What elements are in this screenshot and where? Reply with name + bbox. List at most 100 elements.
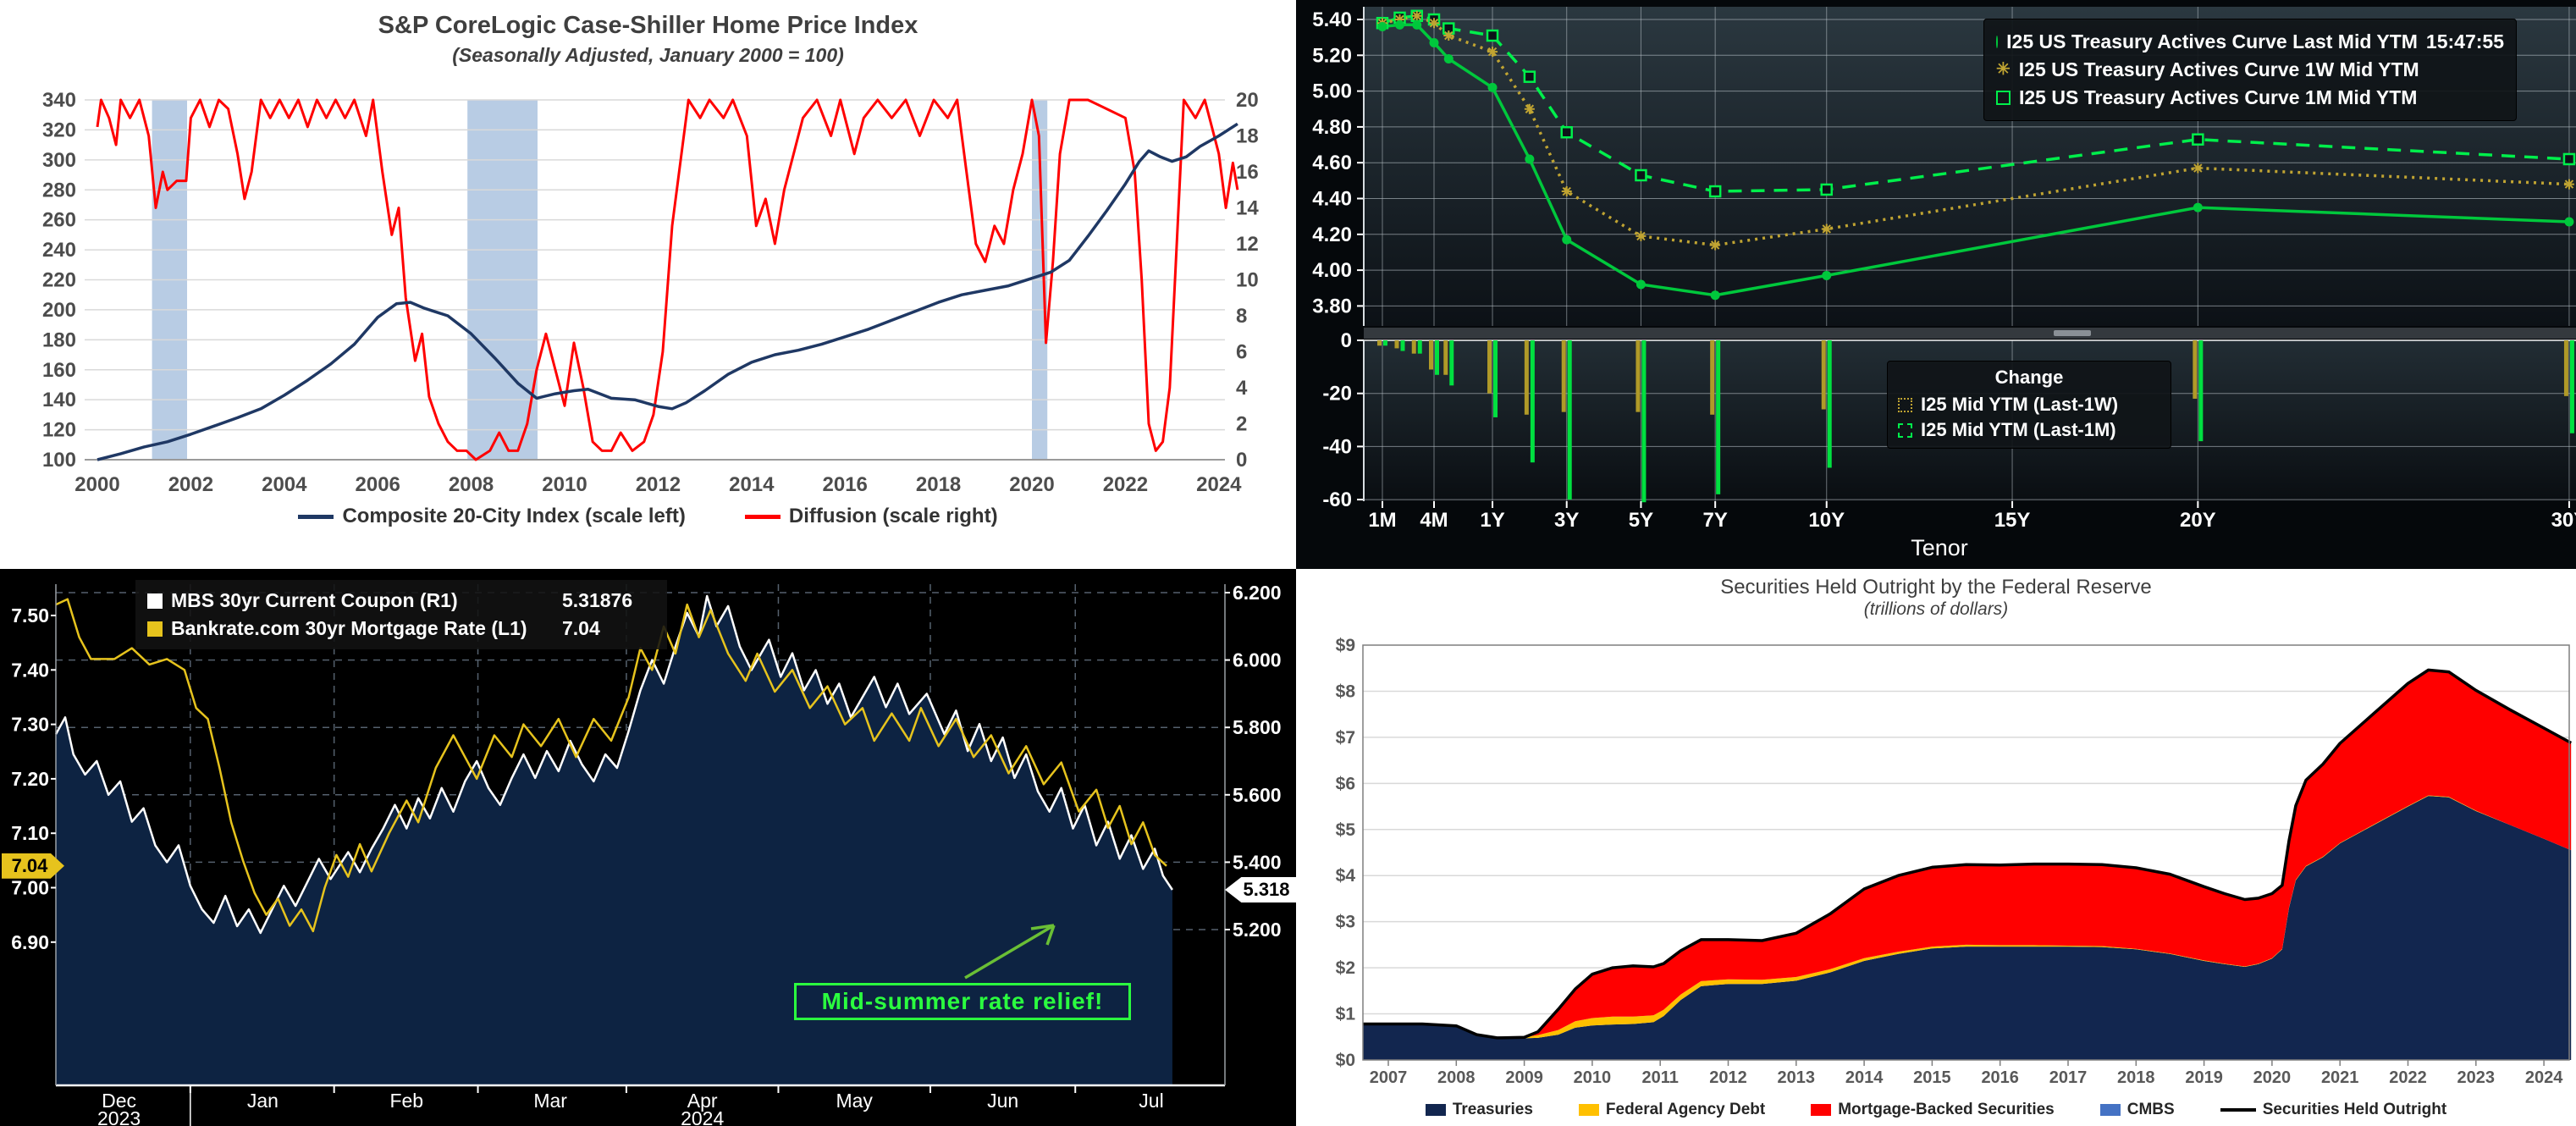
axis-label: 2000 — [74, 473, 119, 496]
axis-label: 7.10 — [11, 822, 49, 844]
marker-asterisk — [1562, 186, 1572, 196]
legend-item-1m[interactable]: I25 US Treasury Actives Curve 1M Mid YTM — [1996, 84, 2504, 112]
legend-item-treasuries[interactable]: Treasuries — [1426, 1101, 1533, 1119]
axis-label: 2010 — [542, 473, 587, 496]
marker-square — [1562, 127, 1572, 137]
axis-label: 2023 — [2457, 1068, 2496, 1087]
legend-label: I25 US Treasury Actives Curve Last Mid Y… — [2006, 28, 2418, 56]
axis-label: 220 — [42, 269, 76, 292]
marker-square — [1525, 72, 1535, 82]
axis-label: 15Y — [1994, 509, 2031, 532]
axis-label: May — [836, 1090, 873, 1112]
legend-item-diffusion[interactable]: Diffusion (scale right) — [745, 505, 998, 528]
axis-label: 2014 — [1845, 1068, 1884, 1087]
marker-circle — [1488, 83, 1498, 92]
legend-item-mbs[interactable]: Mortgage-Backed Securities — [1811, 1101, 2055, 1119]
change-bar-1w — [2193, 340, 2197, 399]
legend-item-mbs[interactable]: MBS 30yr Current Coupon (R1) 5.31876 — [147, 587, 655, 615]
legend-label: Federal Agency Debt — [1606, 1101, 1765, 1119]
axis-label: Jun — [987, 1090, 1018, 1112]
change-bar-1m — [1641, 340, 1646, 502]
marker-asterisk — [1487, 47, 1498, 57]
marker-asterisk — [1412, 11, 1422, 21]
axis-label: 5.600 — [1233, 784, 1282, 806]
axis-label: $0 — [1336, 1051, 1355, 1070]
axis-label: 2002 — [168, 473, 213, 496]
change-bar-1m — [1383, 340, 1387, 345]
change-bar-1w — [1636, 340, 1640, 412]
cmbs-swatch — [2100, 1104, 2121, 1116]
legend-item-change-1m[interactable]: I25 Mid YTM (Last-1M) — [1898, 417, 2160, 443]
fed-title: Securities Held Outright by the Federal … — [1296, 576, 2576, 599]
axis-label: 1Y — [1480, 509, 1504, 532]
change-bar-1m — [2570, 340, 2574, 433]
axis-label: 2012 — [636, 473, 681, 496]
legend-item-last[interactable]: I25 US Treasury Actives Curve Last Mid Y… — [1996, 28, 2504, 56]
mbs-swatch — [147, 593, 163, 609]
axis-label: Jan — [247, 1090, 279, 1112]
legend-label: I25 Mid YTM (Last-1M) — [1921, 417, 2116, 443]
circle-marker-icon — [1996, 36, 1998, 48]
axis-label: 3Y — [1554, 509, 1579, 532]
axis-label: 2019 — [2185, 1068, 2223, 1087]
change-bar-1m — [2198, 340, 2203, 441]
axis-label: 2013 — [1778, 1068, 1816, 1087]
legend-item-outline[interactable]: Securities Held Outright — [2220, 1101, 2446, 1119]
axis-label: 140 — [42, 389, 76, 411]
axis-label: 2 — [1236, 413, 1247, 436]
axis-label: 7Y — [1702, 509, 1727, 532]
axis-label: 0 — [1236, 449, 1247, 472]
fed-subtitle: (trillions of dollars) — [1296, 599, 2576, 620]
legend-label: I25 US Treasury Actives Curve 1W Mid YTM — [2019, 56, 2419, 84]
scroll-handle[interactable] — [2054, 330, 2091, 336]
axis-label: 2018 — [916, 473, 961, 496]
legend-label: MBS 30yr Current Coupon (R1) — [171, 587, 554, 615]
change-bar-1m — [1435, 340, 1439, 375]
change-bar-1m — [1568, 340, 1572, 500]
axis-label: 10 — [1236, 269, 1259, 292]
axis-label: 4.60 — [1312, 152, 1352, 174]
axis-label: 5Y — [1629, 509, 1653, 532]
marker-circle — [2564, 217, 2573, 226]
marker-square — [1487, 30, 1498, 41]
change-bar-1m — [1531, 340, 1535, 462]
mbs-mortgage-panel: 7.507.407.307.207.107.006.906.2006.0005.… — [0, 569, 1296, 1126]
axis-label: 2014 — [729, 473, 775, 496]
axis-label: 280 — [42, 179, 76, 201]
change-bar-1m — [1828, 340, 1832, 467]
axis-label: 4 — [1236, 377, 1248, 400]
axis-label: $2 — [1336, 958, 1355, 978]
axis-label: 2024 — [2525, 1068, 2563, 1087]
change-bar-1w — [1377, 340, 1382, 345]
axis-label: $5 — [1336, 820, 1356, 840]
axis-label: Feb — [389, 1090, 423, 1112]
fed-legend: Treasuries Federal Agency Debt Mortgage-… — [1296, 1101, 2576, 1119]
legend-item-change-1w[interactable]: I25 Mid YTM (Last-1W) — [1898, 392, 2160, 417]
legend-item-agency[interactable]: Federal Agency Debt — [1579, 1101, 1765, 1119]
dashed-square-icon — [1898, 423, 1912, 438]
change-bar-1w — [1394, 340, 1398, 348]
legend-item-composite[interactable]: Composite 20-City Index (scale left) — [298, 505, 685, 528]
marker-asterisk — [1443, 30, 1453, 41]
axis-label: 340 — [42, 89, 76, 112]
axis-label: 7.20 — [11, 768, 49, 790]
change-bar-1m — [1400, 340, 1404, 351]
legend-label: Mortgage-Backed Securities — [1838, 1101, 2055, 1119]
axis-label: 2022 — [1103, 473, 1148, 496]
change-bar-1w — [2564, 340, 2568, 396]
legend-item-rate[interactable]: Bankrate.com 30yr Mortgage Rate (L1) 7.0… — [147, 615, 655, 643]
legend-item-1w[interactable]: ✳ I25 US Treasury Actives Curve 1W Mid Y… — [1996, 56, 2504, 84]
diffusion-line-swatch — [745, 515, 781, 519]
axis-label: 5.00 — [1312, 80, 1352, 103]
mbs-swatch — [1811, 1104, 1831, 1116]
legend-value: 5.31876 — [562, 587, 655, 615]
axis-label: 16 — [1236, 161, 1259, 184]
axis-label: 4.80 — [1312, 116, 1352, 139]
marker-asterisk — [2193, 163, 2203, 174]
marker-circle — [1444, 54, 1453, 63]
axis-label: 2023 — [97, 1107, 141, 1126]
axis-label: 5.200 — [1233, 919, 1282, 941]
legend-item-cmbs[interactable]: CMBS — [2100, 1101, 2175, 1119]
treasury-curve-panel: 5.405.205.004.804.604.404.204.003.800-20… — [1296, 0, 2576, 569]
axis-label: 6.90 — [11, 931, 49, 953]
